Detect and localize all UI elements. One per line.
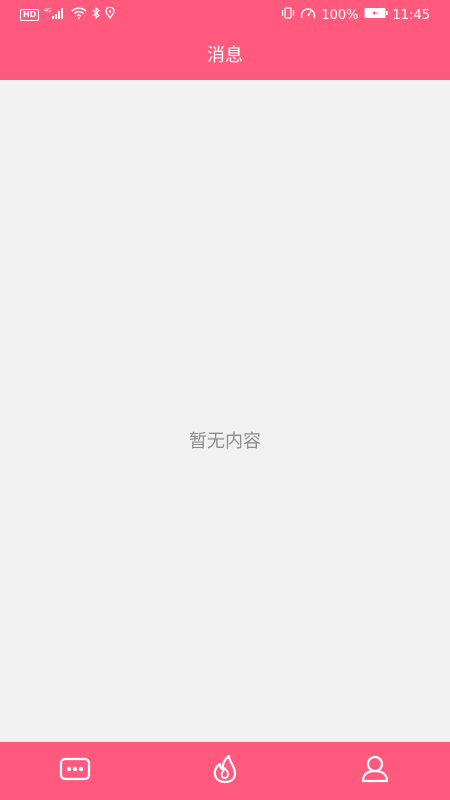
location-icon: [105, 6, 115, 23]
status-bar-left: HD 4G: [20, 6, 115, 23]
battery-icon: [364, 7, 388, 23]
wifi-icon: [71, 7, 87, 23]
nav-discover[interactable]: [195, 742, 255, 800]
bluetooth-icon: [92, 6, 101, 23]
clock: 11:45: [392, 7, 430, 23]
battery-percent: 100%: [321, 7, 359, 23]
user-icon: [360, 754, 390, 788]
status-bar-right: 100% 11:45: [281, 7, 430, 23]
page-title: 消息: [207, 45, 243, 66]
chat-bubble-icon: [59, 757, 91, 785]
speed-icon: [300, 7, 316, 23]
hd-badge-icon: HD: [20, 9, 40, 21]
nav-profile[interactable]: [345, 742, 405, 800]
bottom-nav: [0, 742, 450, 800]
status-bar: HD 4G 100% 11:45: [0, 0, 450, 30]
svg-text:4G: 4G: [44, 8, 51, 14]
main-content: 暂无内容: [0, 80, 450, 742]
top-bar: HD 4G 100% 11:45 消息: [0, 0, 450, 80]
flame-icon: [211, 754, 239, 788]
empty-state-text: 暂无内容: [189, 431, 261, 452]
signal-icon: 4G: [44, 7, 66, 23]
vibrate-icon: [281, 7, 295, 23]
nav-messages[interactable]: [45, 742, 105, 800]
